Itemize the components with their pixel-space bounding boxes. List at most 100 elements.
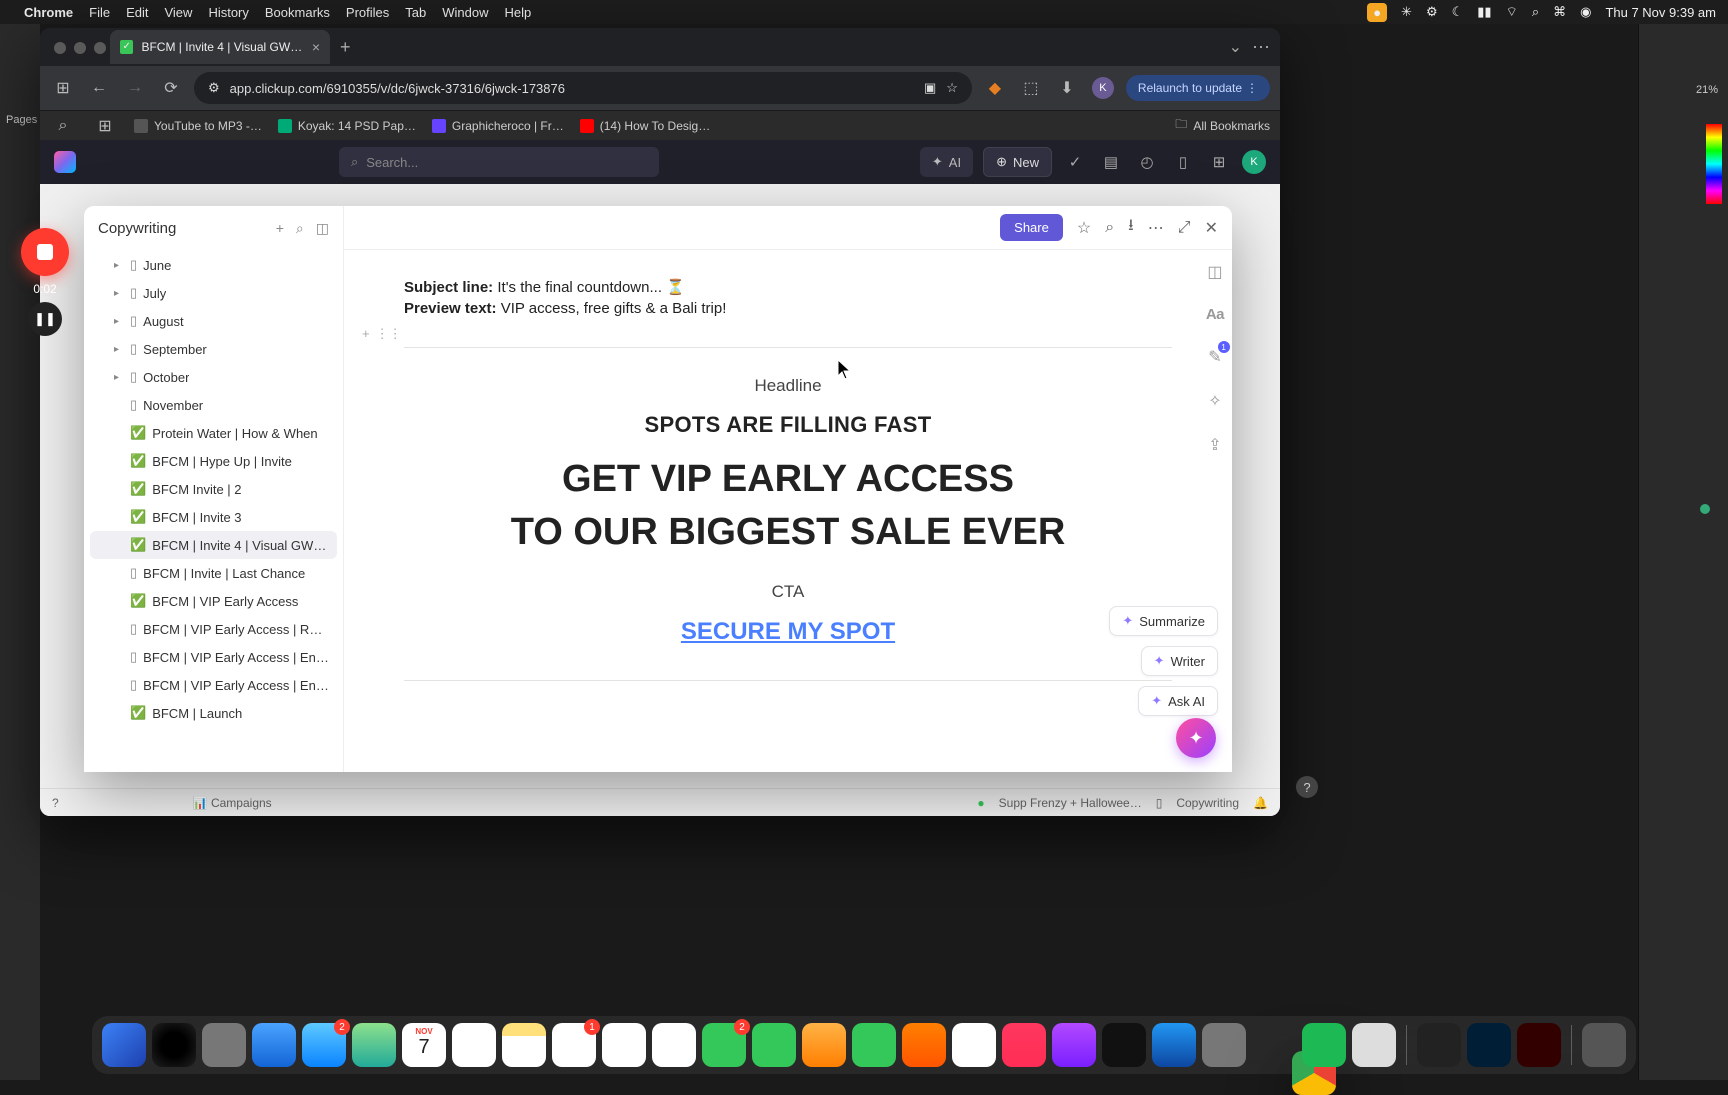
all-bookmarks-button[interactable]: 🗀All Bookmarks <box>1175 115 1270 136</box>
headline-2[interactable]: TO OUR BIGGEST SALE EVER <box>404 511 1172 554</box>
tree-month[interactable]: ▸▯June <box>90 251 337 279</box>
dock-app-icon[interactable] <box>902 1023 946 1067</box>
tree-doc-item[interactable]: ▯BFCM | Invite | Last Chance <box>90 559 337 587</box>
screenshare-icon[interactable]: ▣ <box>924 80 936 96</box>
section-label[interactable]: Headline <box>404 376 1172 396</box>
menu-tab[interactable]: Tab <box>405 5 426 20</box>
dock-calendar-icon[interactable]: NOV7 <box>402 1023 446 1067</box>
spotlight-icon[interactable]: ⌕ <box>1532 4 1539 20</box>
dock-settings-icon[interactable] <box>1202 1023 1246 1067</box>
ai-chip-summarize[interactable]: ✦Summarize <box>1109 606 1218 636</box>
menu-bookmarks[interactable]: Bookmarks <box>265 5 330 20</box>
close-window-icon[interactable] <box>54 42 66 54</box>
dock-illustrator-icon[interactable] <box>1517 1023 1561 1067</box>
dock-numbers-icon[interactable] <box>852 1023 896 1067</box>
tree-doc-item[interactable]: ✅Protein Water | How & When <box>90 419 337 447</box>
extension-icon[interactable]: ◆ <box>982 78 1008 98</box>
bookmark-item[interactable]: (14) How To Desig… <box>580 119 710 133</box>
ai-fab-button[interactable]: ✦ <box>1176 718 1216 758</box>
clickup-logo-icon[interactable] <box>54 151 76 173</box>
add-block-icon[interactable]: + <box>362 326 370 342</box>
tree-doc-item[interactable]: ✅BFCM | Hype Up | Invite <box>90 447 337 475</box>
clickup-new-button[interactable]: ⊕ New <box>983 147 1052 177</box>
user-avatar[interactable]: K <box>1242 150 1266 174</box>
tree-doc-item[interactable]: ▯November <box>90 391 337 419</box>
dock-messages-icon[interactable]: 2 <box>702 1023 746 1067</box>
clickup-search-input[interactable]: ⌕ Search... <box>339 147 659 177</box>
dock-news-icon[interactable] <box>952 1023 996 1067</box>
add-page-icon[interactable]: + <box>276 220 284 237</box>
reload-icon[interactable]: ⟳ <box>158 78 184 98</box>
nav-back-icon[interactable]: ← <box>86 79 112 97</box>
ai-chip-ask[interactable]: ✦Ask AI <box>1138 686 1218 716</box>
ai-chip-writer[interactable]: ✦Writer <box>1141 646 1218 676</box>
moon-icon[interactable]: ☾ <box>1452 4 1464 20</box>
magic-wand-icon[interactable]: ✎1 <box>1208 347 1221 367</box>
dock-notes-icon[interactable] <box>502 1023 546 1067</box>
typography-icon[interactable]: Aa <box>1206 306 1224 323</box>
clock-icon[interactable]: ◴ <box>1134 153 1160 171</box>
expand-icon[interactable]: ⤢ <box>1178 219 1191 237</box>
tree-doc-item[interactable]: ✅BFCM | Invite 3 <box>90 503 337 531</box>
help-icon[interactable]: ? <box>52 796 59 810</box>
help-bubble-icon[interactable]: ? <box>1296 776 1318 798</box>
nav-forward-icon[interactable]: → <box>122 79 148 97</box>
dock-podcasts-icon[interactable] <box>1052 1023 1096 1067</box>
minimize-window-icon[interactable] <box>74 42 86 54</box>
dock-launchpad-icon[interactable] <box>202 1023 246 1067</box>
doc-body[interactable]: Subject line: It's the final countdown..… <box>344 250 1232 772</box>
close-icon[interactable]: ✕ <box>1205 218 1218 238</box>
bell-icon[interactable]: 🔔 <box>1253 796 1268 810</box>
browser-tab[interactable]: ✓ BFCM | Invite 4 | Visual GWP… × <box>110 30 330 64</box>
dock-app-icon[interactable] <box>602 1023 646 1067</box>
close-tab-icon[interactable]: × <box>312 39 320 55</box>
relaunch-button[interactable]: Relaunch to update ⋮ <box>1126 75 1270 101</box>
fullscreen-window-icon[interactable] <box>94 42 106 54</box>
dock-reminders-icon[interactable]: 1 <box>552 1023 596 1067</box>
menu-profiles[interactable]: Profiles <box>346 5 389 20</box>
star-icon[interactable]: ☆ <box>1077 218 1091 238</box>
dock-maps-icon[interactable] <box>352 1023 396 1067</box>
headline-1[interactable]: GET VIP EARLY ACCESS <box>404 458 1172 501</box>
menu-window[interactable]: Window <box>442 5 488 20</box>
siri-icon[interactable]: ◉ <box>1580 4 1591 20</box>
apps-grid-icon[interactable]: ⊞ <box>1206 153 1232 171</box>
menu-history[interactable]: History <box>208 5 248 20</box>
dock-mail-icon[interactable]: 2 <box>302 1023 346 1067</box>
bookmark-item[interactable]: Graphicheroco | Fr… <box>432 119 564 133</box>
tree-doc-item[interactable]: ✅BFCM | VIP Early Access <box>90 587 337 615</box>
menubar-status-icon[interactable]: ✳︎ <box>1401 4 1412 20</box>
dock-photoshop-icon[interactable] <box>1467 1023 1511 1067</box>
tree-month[interactable]: ▸▯August <box>90 307 337 335</box>
share-button[interactable]: Share <box>1000 214 1063 241</box>
mic-recording-icon[interactable]: ● <box>1367 3 1387 22</box>
breadcrumb-item[interactable]: 📊 Campaigns <box>193 796 272 810</box>
sparkle-icon[interactable]: ✧ <box>1208 391 1221 411</box>
dock-figma-icon[interactable] <box>1417 1023 1461 1067</box>
toggle-sidebar-icon[interactable]: ◫ <box>1207 262 1222 282</box>
doc-icon[interactable]: ▯ <box>1170 153 1196 171</box>
preview-line[interactable]: Preview text: VIP access, free gifts & a… <box>404 300 1172 317</box>
apps-icon[interactable]: ⊞ <box>92 116 118 136</box>
bottom-pill[interactable]: Supp Frenzy + Hallowee… <box>999 796 1142 810</box>
dock-app-icon[interactable] <box>1352 1023 1396 1067</box>
dock-app-icon[interactable] <box>652 1023 696 1067</box>
tree-doc-item[interactable]: ✅BFCM Invite | 2 <box>90 475 337 503</box>
window-traffic-lights[interactable] <box>54 42 106 54</box>
bottom-pill[interactable]: Copywriting <box>1176 796 1239 810</box>
drag-handle-icon[interactable]: ⋮⋮ <box>376 326 402 342</box>
check-circle-icon[interactable]: ✓ <box>1062 153 1088 171</box>
search-doc-icon[interactable]: ⌕ <box>1105 219 1114 237</box>
dock-music-icon[interactable] <box>1002 1023 1046 1067</box>
menu-file[interactable]: File <box>89 5 110 20</box>
dock-appstore-icon[interactable] <box>1152 1023 1196 1067</box>
pause-recording-button[interactable]: ❚❚ <box>28 302 62 336</box>
more-icon[interactable]: ⋯ <box>1148 218 1164 238</box>
wifi-icon[interactable]: ⌔ <box>1506 4 1518 20</box>
sidebar-tree[interactable]: ▸▯June ▸▯July ▸▯August ▸▯September ▸▯Oct… <box>84 247 343 772</box>
menu-edit[interactable]: Edit <box>126 5 148 20</box>
bookmark-item[interactable]: YouTube to MP3 -… <box>134 119 262 133</box>
menu-help[interactable]: Help <box>505 5 532 20</box>
bookmark-item[interactable]: Koyak: 14 PSD Pap… <box>278 119 416 133</box>
dock-tv-icon[interactable] <box>1102 1023 1146 1067</box>
